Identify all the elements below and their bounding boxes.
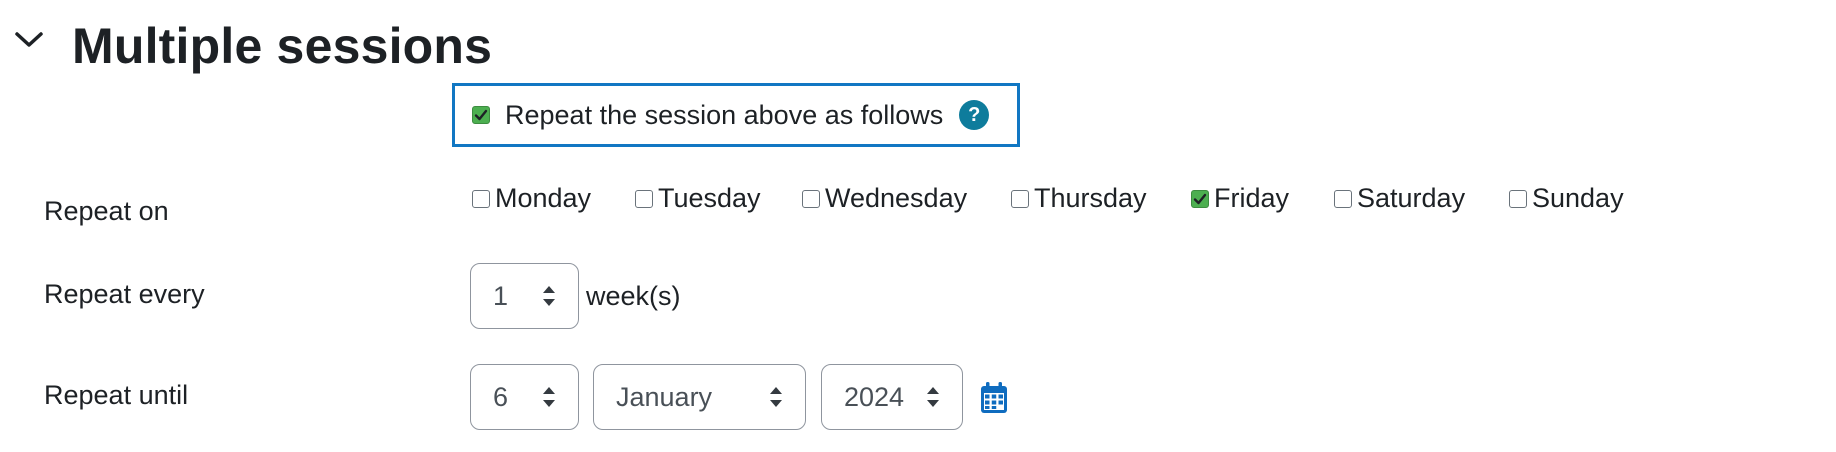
day-checkbox[interactable] xyxy=(1334,189,1352,208)
repeat-label: Repeat the session above as follows xyxy=(505,99,944,130)
until-year-select[interactable]: 2024 xyxy=(821,364,963,430)
select-arrows-icon xyxy=(543,387,555,407)
select-value: January xyxy=(616,381,713,412)
select-arrows-icon xyxy=(770,387,782,407)
day-checkbox[interactable] xyxy=(635,189,653,208)
check-icon xyxy=(1193,193,1207,204)
day-sunday[interactable]: Sunday xyxy=(1509,183,1624,214)
day-tuesday[interactable]: Tuesday xyxy=(635,183,761,214)
check-icon xyxy=(474,109,488,121)
until-day-select[interactable]: 6 xyxy=(470,364,579,430)
day-label: Sunday xyxy=(1532,183,1624,213)
select-value: 2024 xyxy=(844,381,905,412)
day-checkbox[interactable] xyxy=(1011,189,1029,208)
day-checkbox[interactable] xyxy=(1509,189,1527,208)
repeat-every-unit: week(s) xyxy=(586,281,681,311)
select-arrows-icon xyxy=(543,286,555,306)
repeat-every-label: Repeat every xyxy=(44,279,205,309)
day-saturday[interactable]: Saturday xyxy=(1334,183,1465,214)
day-label: Tuesday xyxy=(658,183,761,213)
repeat-until-label: Repeat until xyxy=(44,380,189,410)
day-checkbox[interactable] xyxy=(1191,189,1209,208)
until-month-select[interactable]: January xyxy=(593,364,806,430)
day-label: Monday xyxy=(495,183,592,213)
day-thursday[interactable]: Thursday xyxy=(1011,183,1147,214)
repeat-on-label: Repeat on xyxy=(44,196,169,226)
help-icon[interactable]: ? xyxy=(959,100,990,130)
calendar-icon[interactable] xyxy=(980,382,1008,414)
day-label: Friday xyxy=(1214,183,1290,213)
day-checkbox[interactable] xyxy=(472,189,490,208)
day-checkbox[interactable] xyxy=(802,189,820,208)
select-value: 6 xyxy=(493,381,509,412)
repeat-toggle-row: Repeat the session above as follows ? xyxy=(452,83,1020,147)
day-label: Thursday xyxy=(1034,183,1147,213)
repeat-every-select[interactable]: 1 xyxy=(470,263,579,329)
day-wednesday[interactable]: Wednesday xyxy=(802,183,967,214)
chevron-down-icon[interactable] xyxy=(14,30,44,50)
day-label: Saturday xyxy=(1357,183,1466,213)
day-label: Wednesday xyxy=(825,183,968,213)
day-monday[interactable]: Monday xyxy=(472,183,591,214)
select-value: 1 xyxy=(493,280,509,311)
select-arrows-icon xyxy=(927,387,939,407)
section-title: Multiple sessions xyxy=(72,18,493,74)
day-friday[interactable]: Friday xyxy=(1191,183,1289,214)
repeat-checkbox[interactable] xyxy=(472,106,490,124)
